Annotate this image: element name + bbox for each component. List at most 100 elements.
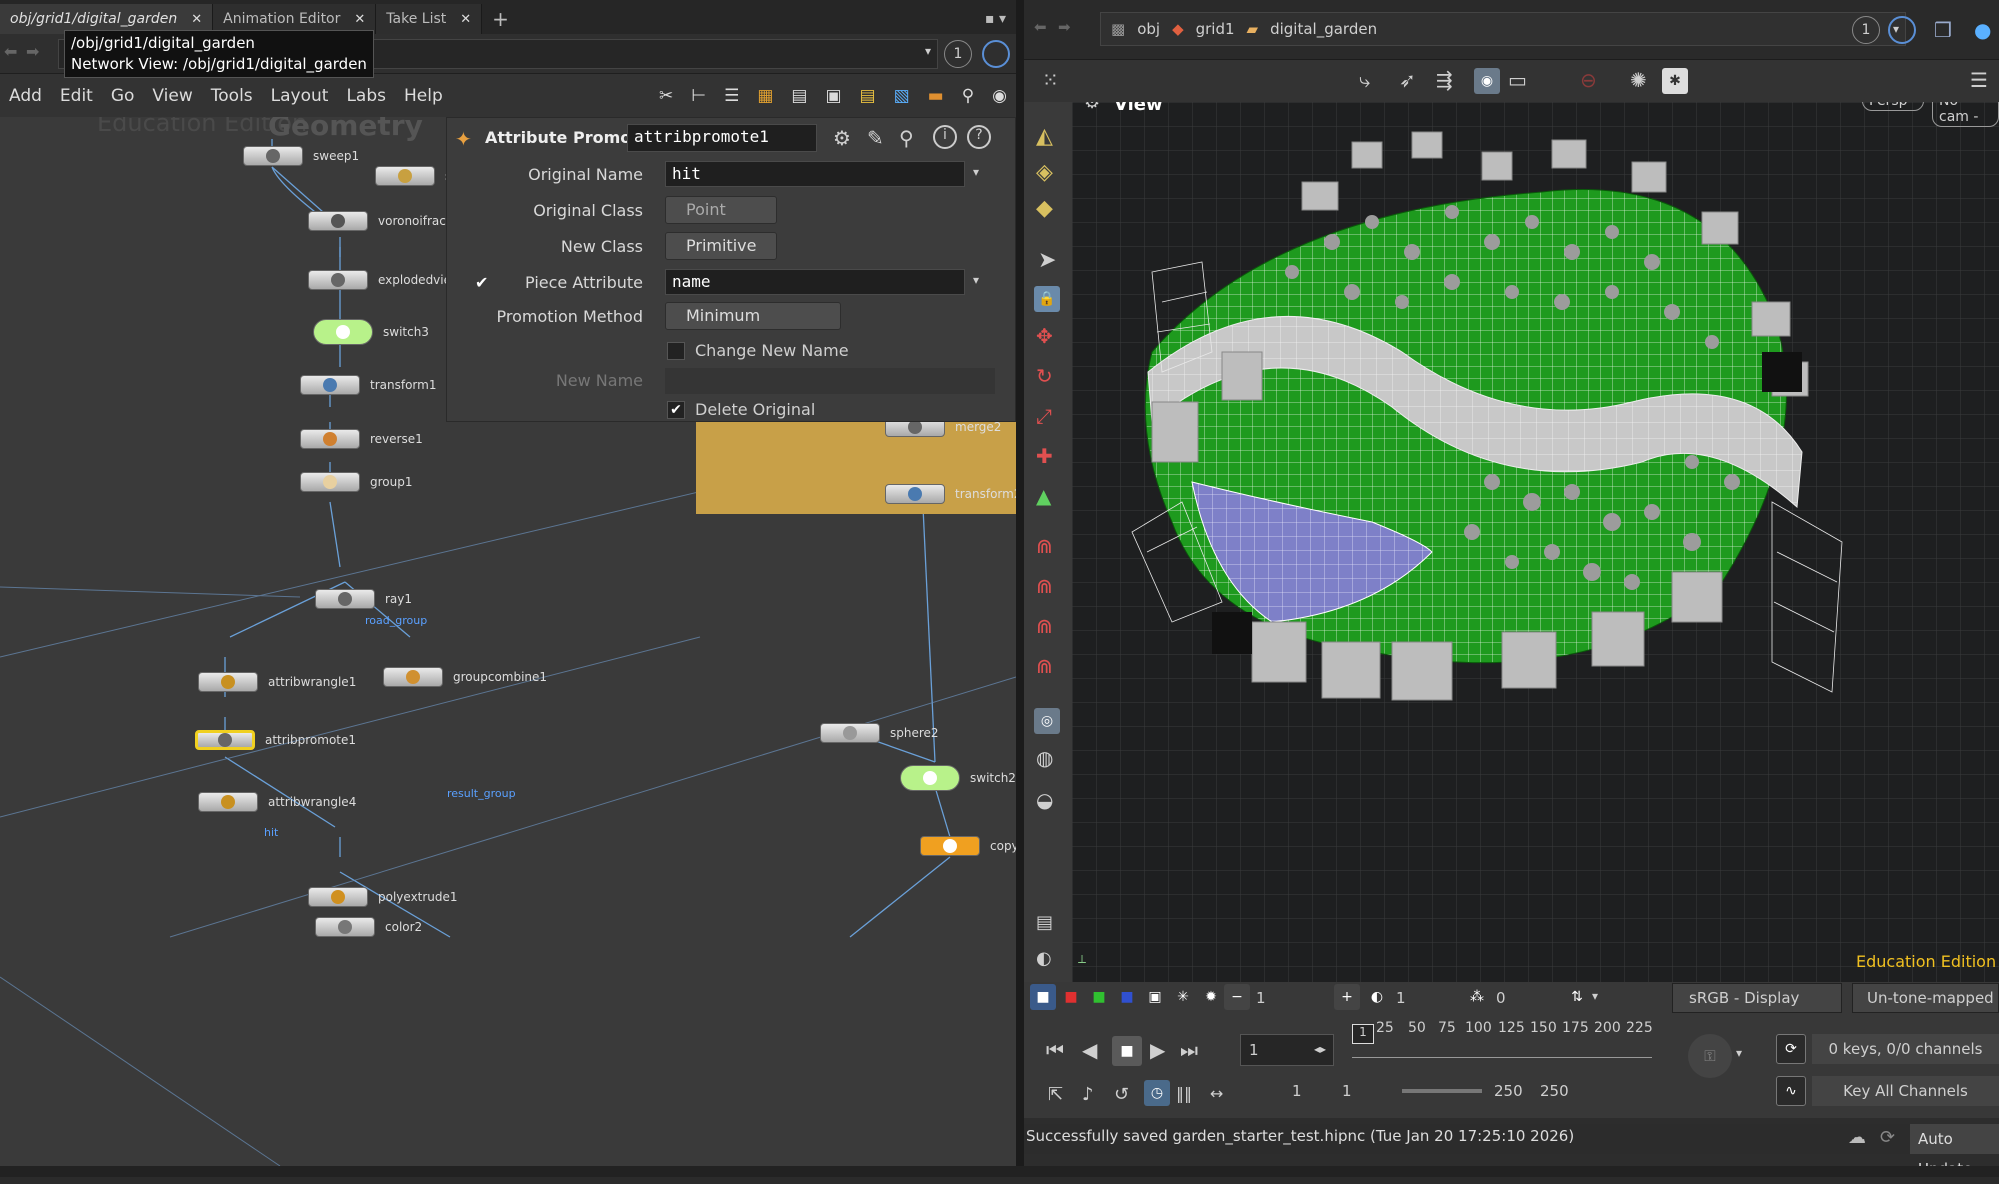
checkmark-icon[interactable]: ✔: [475, 273, 488, 292]
grid-dots-icon[interactable]: ⁙: [1042, 68, 1059, 92]
chevron-down-icon[interactable]: ▾: [973, 273, 979, 287]
color-mode-icon[interactable]: ■: [1030, 984, 1056, 1010]
node-body[interactable]: [315, 917, 375, 937]
start-frame-field[interactable]: 1: [1292, 1082, 1302, 1100]
perspective-menu[interactable]: Persp -: [1862, 102, 1924, 111]
chevron-down-icon[interactable]: ▾: [1592, 989, 1598, 1003]
menu-add[interactable]: Add: [0, 86, 51, 106]
camera-tool-icon[interactable]: ◍: [1036, 746, 1053, 770]
arrow-tool-icon[interactable]: ➤: [1038, 248, 1056, 273]
skip-end-icon[interactable]: ⏭: [1180, 1038, 1198, 1062]
back-arrow-icon[interactable]: ⬅: [4, 42, 17, 61]
node-color2[interactable]: color2: [315, 917, 422, 937]
node-body[interactable]: [315, 589, 375, 609]
snap-icon[interactable]: ⇶: [1436, 68, 1453, 92]
audio-icon[interactable]: ♪: [1082, 1084, 1094, 1105]
settings-icon[interactable]: ✱: [1662, 68, 1688, 94]
camera-menu[interactable]: No cam -: [1932, 102, 1999, 127]
transform-tool-icon[interactable]: ✚: [1036, 444, 1053, 468]
node-body[interactable]: [308, 270, 368, 290]
menu-go[interactable]: Go: [102, 86, 144, 106]
select-icon[interactable]: ⇱: [1048, 1084, 1063, 1105]
new-class-menu[interactable]: Primitive: [665, 232, 777, 260]
table-icon[interactable]: ▤: [782, 86, 816, 106]
refresh-keys-icon[interactable]: ⟳: [1776, 1034, 1806, 1064]
node-explodedview[interactable]: explodedview: [308, 270, 461, 290]
help-icon[interactable]: ?: [967, 125, 991, 149]
tone-map-menu[interactable]: Un-tone-mapped: [1852, 983, 1999, 1013]
original-class-menu[interactable]: Point: [665, 196, 777, 224]
cube-icon[interactable]: ❒: [1934, 18, 1952, 42]
link-icon[interactable]: [1888, 16, 1916, 44]
menu-edit[interactable]: Edit: [51, 86, 102, 106]
node-group1[interactable]: group1: [300, 472, 413, 492]
box-icon[interactable]: ▬: [919, 86, 953, 106]
node-body[interactable]: [885, 484, 945, 504]
light-tool-icon[interactable]: ◒: [1036, 788, 1053, 812]
close-icon[interactable]: ✕: [460, 12, 471, 27]
lut-icon[interactable]: ⁂: [1464, 984, 1490, 1010]
breadcrumb-item[interactable]: grid1: [1196, 20, 1235, 38]
layers-icon[interactable]: ▤: [1036, 912, 1053, 933]
back-arrow-icon[interactable]: ⬅: [1034, 18, 1047, 36]
chevron-down-icon[interactable]: ▾: [1736, 1046, 1742, 1060]
close-icon[interactable]: ✕: [354, 12, 365, 27]
blue-channel-icon[interactable]: ■: [1114, 984, 1140, 1010]
node-body[interactable]: [383, 667, 443, 687]
tab-take-list[interactable]: Take List ✕: [376, 4, 483, 34]
node-reverse1[interactable]: reverse1: [300, 429, 423, 449]
node-body[interactable]: [308, 887, 368, 907]
node-body[interactable]: [198, 792, 258, 812]
select-tool-icon[interactable]: ⤷: [1359, 68, 1370, 92]
delete-original-checkbox[interactable]: ✔: [667, 401, 685, 419]
piece-attribute-field[interactable]: name: [665, 269, 965, 295]
node-body[interactable]: [313, 319, 373, 345]
list-icon[interactable]: ☰: [715, 86, 748, 106]
chevron-down-icon[interactable]: ▾: [925, 44, 931, 58]
curve-icon[interactable]: ∿: [1776, 1076, 1806, 1106]
pane-divider[interactable]: [1016, 0, 1024, 1177]
node-attribwrangle4[interactable]: attribwrangle4: [198, 792, 356, 812]
pane-menu-icon[interactable]: ▪ ▾: [975, 4, 1016, 34]
new-name-field[interactable]: [665, 368, 995, 394]
histogram-icon[interactable]: ⇅: [1564, 984, 1590, 1010]
menu-labs[interactable]: Labs: [337, 86, 395, 106]
forward-arrow-icon[interactable]: ➡: [26, 42, 39, 61]
sphere-icon[interactable]: ●: [1974, 18, 1991, 42]
menu-view[interactable]: View: [143, 86, 201, 106]
layout-icon[interactable]: ▣: [816, 86, 850, 106]
node-switch3[interactable]: switch3: [313, 319, 429, 345]
green-channel-icon[interactable]: ■: [1086, 984, 1112, 1010]
forward-arrow-icon[interactable]: ➡: [1058, 18, 1071, 36]
refresh-icon[interactable]: ⟳: [1880, 1127, 1895, 1148]
step-icon[interactable]: ◂▸: [1314, 1042, 1326, 1056]
camera-icon[interactable]: ▭: [1508, 68, 1527, 92]
breadcrumb-item[interactable]: obj: [1137, 20, 1160, 38]
minus-button[interactable]: −: [1224, 984, 1250, 1010]
node-body[interactable]: [300, 472, 360, 492]
node-body[interactable]: [198, 672, 258, 692]
node-body[interactable]: [243, 146, 303, 166]
node-body[interactable]: [300, 375, 360, 395]
snap-curve-icon[interactable]: ⋒: [1036, 574, 1053, 598]
view-tool-icon[interactable]: ◎: [1034, 708, 1060, 734]
pin-count-button[interactable]: 1: [944, 40, 972, 68]
gamma-icon[interactable]: ◐: [1364, 984, 1390, 1010]
rotate-tool-icon[interactable]: ↻: [1036, 364, 1053, 388]
brush-icon[interactable]: ✎: [867, 126, 884, 150]
key-all-channels-button[interactable]: Key All Channels: [1812, 1076, 1999, 1106]
tools-icon[interactable]: ✂: [650, 86, 682, 106]
snap-grid-icon[interactable]: ⋒: [1036, 654, 1053, 678]
range-slider[interactable]: [1402, 1089, 1482, 1093]
node-body[interactable]: [300, 429, 360, 449]
plus-button[interactable]: +: [1334, 984, 1360, 1010]
frame-marker[interactable]: 1: [1352, 1024, 1374, 1044]
promotion-method-menu[interactable]: Minimum: [665, 302, 841, 330]
gear-icon[interactable]: ⚙: [833, 126, 851, 150]
exposure-icon[interactable]: ✳: [1170, 984, 1196, 1010]
stop-icon[interactable]: ■: [1112, 1036, 1142, 1066]
primitive-select-icon[interactable]: ◭: [1036, 124, 1053, 149]
face-select-icon[interactable]: ◆: [1036, 196, 1053, 221]
node-name-field[interactable]: attribpromote1: [627, 124, 817, 152]
move-tool-icon[interactable]: ✥: [1036, 324, 1053, 348]
